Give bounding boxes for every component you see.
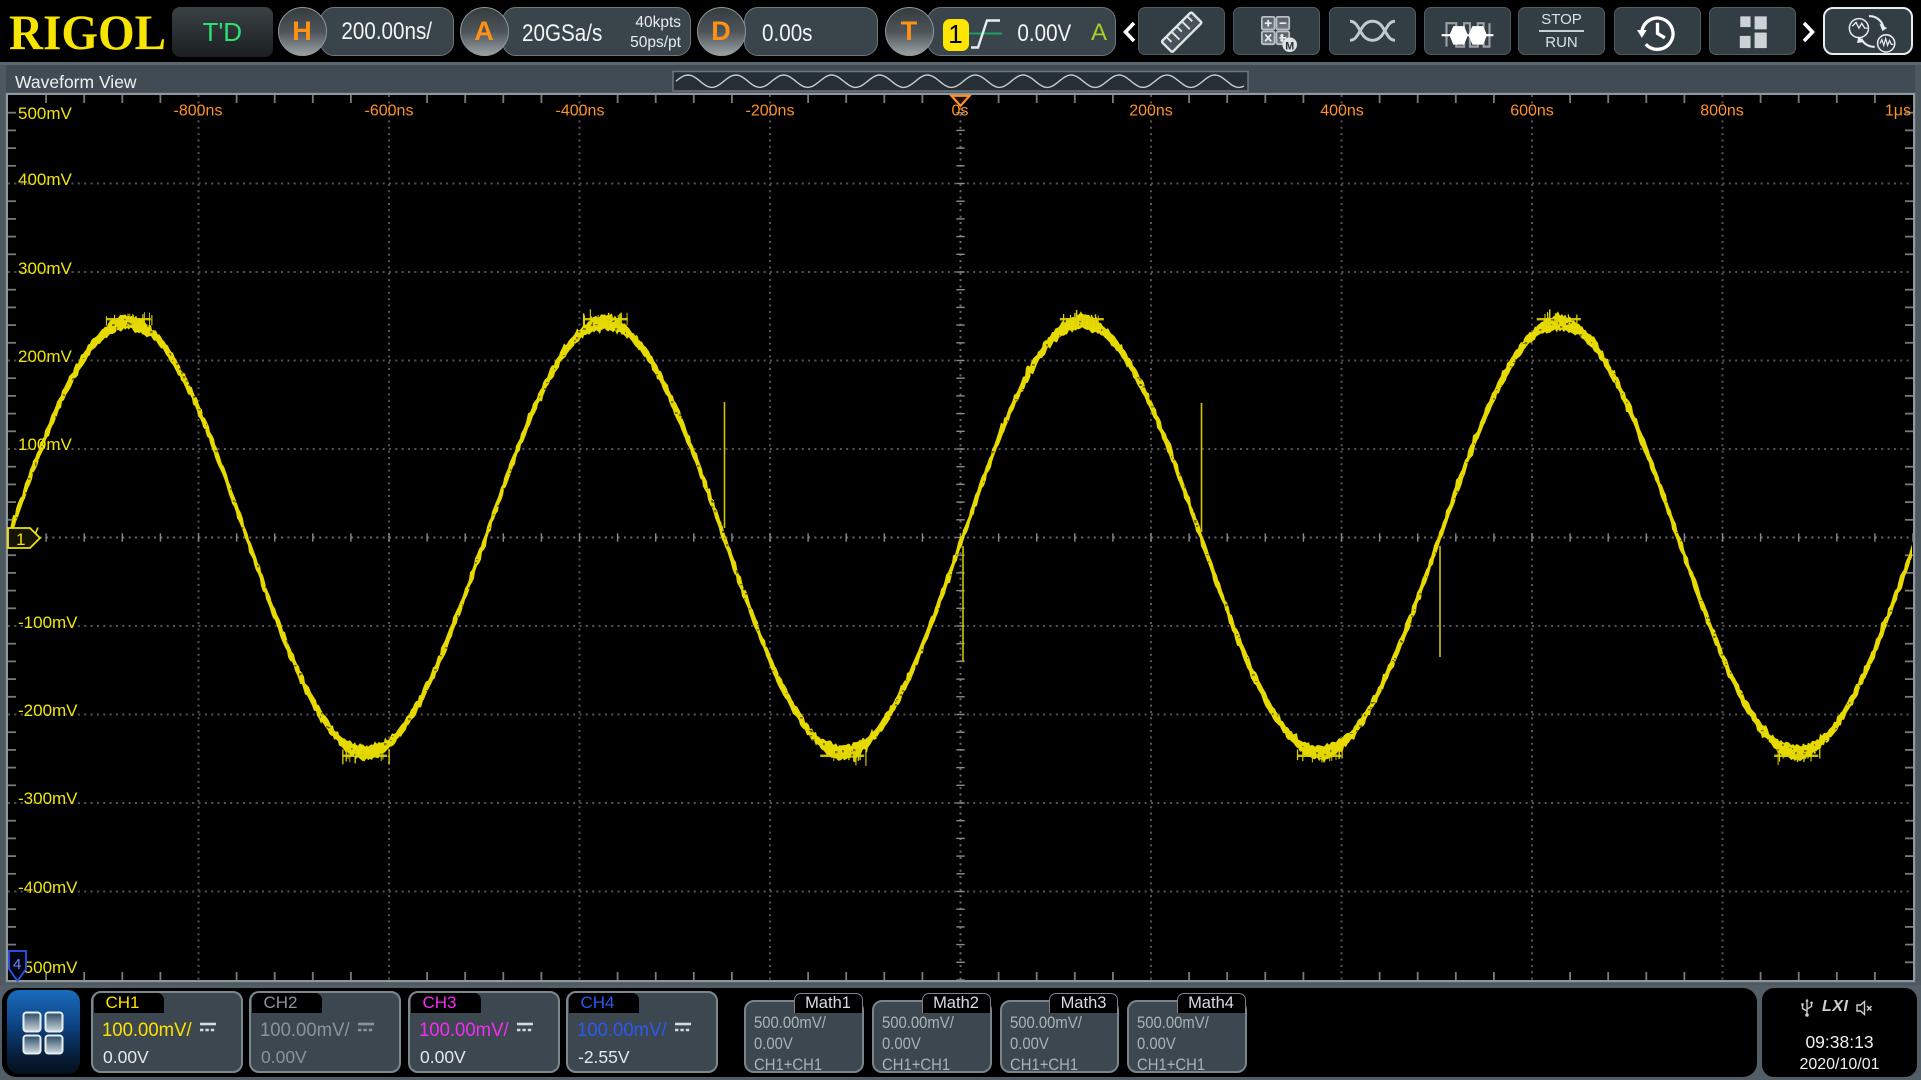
svg-text:-100mV: -100mV bbox=[18, 613, 78, 632]
svg-text:M: M bbox=[1285, 41, 1294, 53]
svg-text:-200mV: -200mV bbox=[18, 701, 78, 720]
svg-text:RIGOL: RIGOL bbox=[9, 4, 166, 60]
svg-text:-400ns: -400ns bbox=[556, 103, 605, 120]
svg-text:-500mV: -500mV bbox=[18, 958, 78, 977]
svg-text:1μs: 1μs bbox=[1885, 103, 1911, 120]
svg-text:-400mV: -400mV bbox=[18, 878, 78, 897]
svg-text:300mV: 300mV bbox=[18, 259, 73, 278]
svg-text:600ns: 600ns bbox=[1510, 103, 1554, 120]
svg-text:4: 4 bbox=[13, 956, 21, 973]
svg-text:100mV: 100mV bbox=[18, 435, 73, 454]
svg-text:800ns: 800ns bbox=[1700, 103, 1744, 120]
svg-text:400ns: 400ns bbox=[1320, 103, 1364, 120]
svg-text:1: 1 bbox=[16, 530, 25, 549]
svg-text:-600ns: -600ns bbox=[365, 103, 414, 120]
svg-text:200ns: 200ns bbox=[1129, 103, 1173, 120]
svg-text:-200ns: -200ns bbox=[746, 103, 795, 120]
svg-text:200mV: 200mV bbox=[18, 347, 73, 366]
svg-text:500mV: 500mV bbox=[18, 104, 73, 123]
svg-text:-300mV: -300mV bbox=[18, 789, 78, 808]
svg-text:-800ns: -800ns bbox=[174, 103, 223, 120]
svg-text:400mV: 400mV bbox=[18, 170, 73, 189]
